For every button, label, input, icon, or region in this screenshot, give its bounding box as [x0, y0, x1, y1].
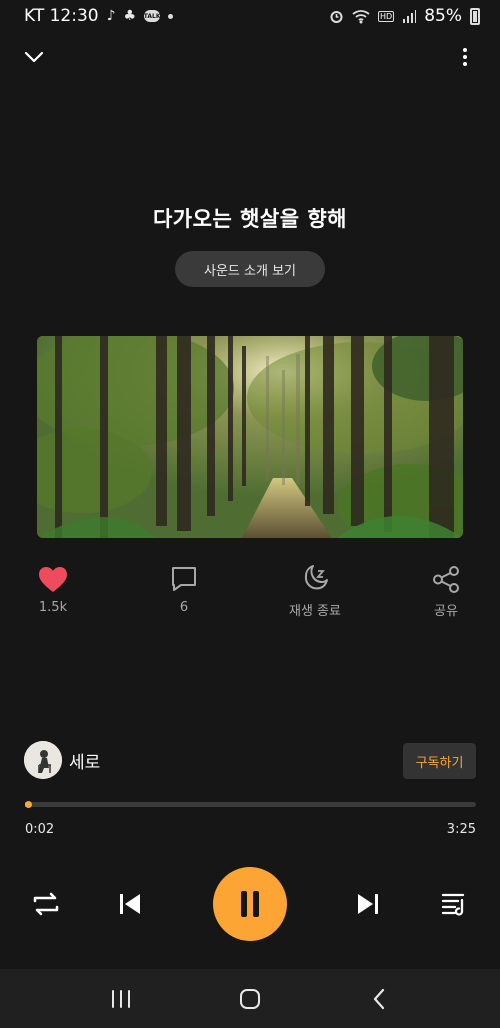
like-action[interactable]: 1.5k	[8, 565, 98, 615]
next-button[interactable]	[347, 883, 389, 925]
share-icon-wrapper	[401, 565, 491, 593]
music-note-icon: ♪	[106, 8, 116, 24]
artist-avatar-image	[24, 741, 62, 779]
progress-thumb[interactable]	[24, 801, 32, 808]
recent-apps-button[interactable]	[100, 983, 142, 1014]
repeat-button[interactable]	[25, 883, 67, 925]
comment-icon-wrapper	[139, 565, 229, 593]
chevron-down-icon	[24, 51, 44, 63]
alarm-icon	[330, 10, 343, 23]
more-vertical-icon	[463, 48, 467, 66]
sleep-timer-label: 재생 종료	[289, 604, 341, 619]
forest-image	[37, 336, 463, 538]
repeat-icon	[33, 892, 59, 916]
artist-avatar	[24, 741, 62, 779]
artist-info[interactable]: 세로	[24, 741, 100, 779]
wifi-icon	[352, 9, 370, 23]
heart-icon	[39, 566, 67, 592]
album-artwork	[37, 336, 463, 538]
back-button[interactable]	[358, 983, 400, 1014]
previous-button[interactable]	[109, 883, 151, 925]
more-options-button[interactable]	[450, 42, 480, 72]
playlist-icon	[441, 893, 465, 916]
moon-sleep-icon	[304, 565, 328, 590]
sound-title: 다가오는 햇살을 향해	[152, 207, 347, 231]
pause-button[interactable]	[213, 867, 287, 941]
progress-bar[interactable]	[24, 801, 476, 808]
carrier-time: KT 12:30	[24, 6, 99, 26]
collapse-button[interactable]	[19, 42, 49, 72]
recent-apps-icon	[112, 989, 130, 1008]
back-chevron-icon	[373, 988, 385, 1009]
status-left: KT 12:30 ♪ ♣ TALK	[24, 6, 174, 26]
home-button[interactable]	[229, 983, 271, 1014]
kakaotalk-icon: TALK	[144, 10, 160, 22]
like-count: 1.5k	[38, 600, 68, 615]
comment-count: 6	[179, 600, 189, 615]
sleep-timer-icon-wrapper	[270, 565, 360, 593]
comment-action[interactable]: 6	[139, 565, 229, 615]
notification-app-icon: ♣	[123, 8, 137, 24]
playlist-button[interactable]	[433, 883, 475, 925]
signal-icon	[403, 9, 417, 23]
battery-percent: 85%	[424, 6, 462, 26]
share-action[interactable]: 공유	[401, 565, 491, 619]
total-time: 3:25	[446, 822, 476, 837]
subscribe-button[interactable]: 구독하기	[403, 743, 476, 779]
share-icon	[432, 565, 459, 593]
artist-name: 세로	[69, 752, 101, 773]
current-time: 0:02	[25, 822, 55, 837]
share-label: 공유	[434, 604, 458, 619]
skip-next-icon	[358, 894, 378, 914]
battery-icon	[470, 7, 480, 25]
comment-icon	[172, 567, 196, 591]
skip-previous-icon	[120, 894, 140, 914]
hd-voice-icon: HD	[378, 10, 395, 22]
status-bar: KT 12:30 ♪ ♣ TALK HD 85%	[0, 0, 500, 32]
view-sound-intro-button[interactable]: 사운드 소개 보기	[175, 251, 325, 287]
like-icon-wrapper	[8, 565, 98, 593]
home-icon	[240, 988, 260, 1009]
pause-icon	[241, 891, 259, 917]
status-right: HD 85%	[329, 6, 480, 26]
system-navigation-bar	[0, 969, 500, 1028]
more-notifications-dot-icon	[168, 13, 174, 19]
sleep-timer-action[interactable]: 재생 종료	[270, 565, 360, 619]
